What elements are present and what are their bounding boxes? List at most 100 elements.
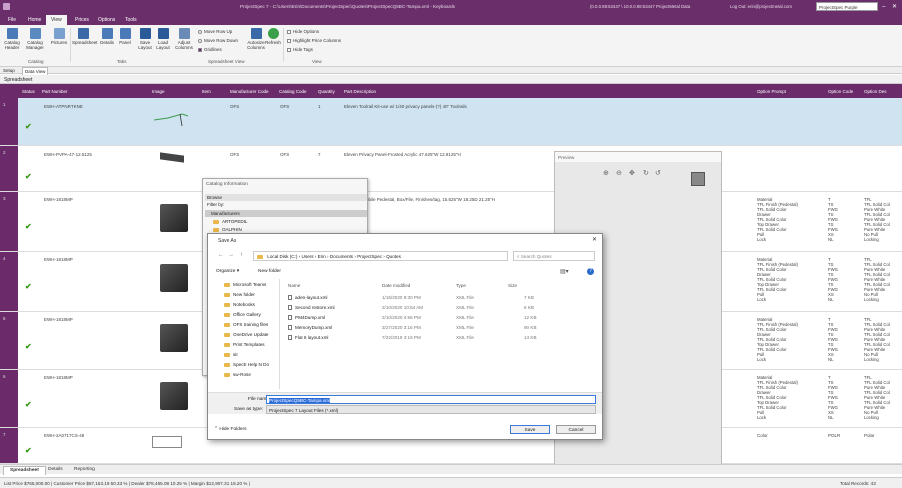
manufacturer-code[interactable]: OFS	[230, 104, 239, 109]
catalog-tree-item[interactable]: OALPHIN	[213, 227, 242, 232]
dialog-close-icon[interactable]: ✕	[592, 236, 597, 243]
col-option-des[interactable]: Option Des	[864, 89, 887, 94]
minimize-icon[interactable]: –	[882, 4, 885, 10]
quantity[interactable]: 1	[318, 104, 321, 109]
load-layout-button[interactable]: Load Layout	[152, 28, 174, 50]
file-name-input[interactable]: ProjectSpecQ5BC-Tampa.xml	[266, 395, 596, 404]
user-select[interactable]: ProjectSpec Purple	[816, 2, 878, 11]
menu-options[interactable]: Options	[93, 15, 120, 25]
tree-folder[interactable]: Print Templates	[224, 342, 265, 347]
move-row-down-radio[interactable]: Move Row Down	[198, 38, 238, 43]
hide-tags-checkbox[interactable]: Hide Tags	[287, 47, 313, 52]
zoom-out-icon[interactable]: ⊖	[616, 169, 622, 177]
col-catalog-code[interactable]: Catalog Code	[279, 89, 307, 94]
col-name[interactable]: Name	[288, 283, 300, 288]
pan-icon[interactable]: ✥	[629, 169, 635, 177]
refresh-button[interactable]: Refresh	[262, 28, 284, 45]
hide-options-checkbox[interactable]: Hide Options	[287, 29, 319, 34]
tab-reporting[interactable]: Reporting	[68, 466, 101, 475]
gridlines-checkbox[interactable]: Gridlines	[198, 47, 222, 52]
rotate-icon[interactable]: ↻	[643, 169, 649, 177]
catalog-code[interactable]: OFS	[280, 104, 289, 109]
address-bar[interactable]: Local Disk (C:) › Users › Erin › Documen…	[253, 251, 508, 261]
tab-spreadsheet[interactable]: Spreadsheet	[3, 466, 46, 475]
col-item[interactable]: Item	[202, 89, 211, 94]
highlight-price-columns-checkbox[interactable]: Highlight Price Columns	[287, 38, 341, 43]
crumb-users[interactable]: Users	[302, 254, 314, 259]
part-description[interactable]: obile Pedestal, Box/File, Finishes/tag, …	[366, 197, 495, 202]
pictures-button[interactable]: Pictures	[48, 28, 70, 45]
logout-link[interactable]: Log Out: erin@projectmetal.com	[730, 4, 792, 9]
catalog-code[interactable]: OFS	[280, 152, 289, 157]
tree-folder[interactable]: New folder	[224, 292, 255, 297]
tree-folder[interactable]: OneDrive Update	[224, 332, 269, 337]
menu-view[interactable]: View	[46, 15, 67, 25]
crumb-documents[interactable]: Documents	[330, 254, 353, 259]
part-number[interactable]: EWH-ATPNRTKNE	[44, 104, 83, 109]
part-number[interactable]: EWH-1818MP	[44, 317, 73, 322]
close-icon[interactable]: ✕	[892, 3, 897, 10]
hide-folders-toggle[interactable]: ⌃ Hide Folders	[214, 427, 247, 432]
file-row[interactable]: PM4Dump.xml 2/10/2020 4:56 PM XML File 1…	[288, 314, 588, 323]
col-status[interactable]: Status	[22, 89, 35, 94]
browse-tab[interactable]: Browse	[205, 194, 367, 201]
part-number[interactable]: EWH-2A0717CS-48	[44, 433, 84, 438]
file-row[interactable]: Flat 6 layout.xml 7/22/2019 3:16 PM XML …	[288, 334, 588, 343]
part-number[interactable]: EWH-PVPA-47-12.5125	[44, 152, 92, 157]
col-option-code[interactable]: Option Code	[828, 89, 853, 94]
manufacturer-code[interactable]: OFS	[230, 152, 239, 157]
col-option-prompt[interactable]: Option Prompt	[757, 89, 786, 94]
up-icon[interactable]: ↑	[240, 252, 243, 258]
part-description[interactable]: Eleven Privacy Panel-Frosted Acrylic 47.…	[344, 152, 461, 157]
rotate-reverse-icon[interactable]: ↺	[655, 169, 661, 177]
col-size[interactable]: Size	[508, 283, 517, 288]
file-row[interactable]: MemoryDump.xml 3/27/2020 3:16 PM XML Fil…	[288, 324, 588, 333]
table-row[interactable]: 2 ✔ EWH-PVPA-47-12.5125 OFS OFS 7 Eleven…	[0, 146, 902, 192]
forward-icon[interactable]: →	[228, 252, 234, 258]
file-row[interactable]: aden-layout.xml 1/15/2020 9:30 PM XML Fi…	[288, 294, 588, 303]
col-quantity[interactable]: Quantity	[318, 89, 335, 94]
option-prompt[interactable]: Color	[757, 433, 768, 438]
tree-folder[interactable]: SpecE Help N Do	[224, 362, 269, 367]
menu-file[interactable]: File	[3, 15, 21, 25]
col-manufacturer-code[interactable]: Manufacturer Code	[230, 89, 269, 94]
tree-folder[interactable]: sw-Rose	[224, 372, 251, 377]
col-part-number[interactable]: Part Number	[42, 89, 68, 94]
file-row[interactable]: Second restore.xml 2/10/2020 10:54 AM XM…	[288, 304, 588, 313]
crumb-quotes[interactable]: Quotes	[386, 254, 401, 259]
option-des[interactable]: Polar	[864, 433, 875, 438]
help-icon[interactable]: ?	[587, 268, 594, 275]
part-number[interactable]: EWH-1818MP	[44, 257, 73, 262]
manufacturers-group[interactable]: Manufacturers	[205, 210, 367, 217]
quantity[interactable]: 7	[318, 152, 321, 157]
part-number[interactable]: EWH-1818MP	[44, 197, 73, 202]
table-row[interactable]: 1 ✔ EWH-ATPNRTKNE OFS OFS 1 Eleven Toolr…	[0, 98, 902, 146]
option-code[interactable]: POLR	[828, 433, 840, 438]
organize-button[interactable]: Organize ▾	[216, 269, 239, 274]
menu-prices[interactable]: Prices	[70, 15, 94, 25]
col-date-modified[interactable]: Date modified	[382, 283, 410, 288]
tree-folder[interactable]: Notebooks	[224, 302, 255, 307]
search-input[interactable]: ⌕ Search Quotes	[513, 251, 595, 261]
col-part-description[interactable]: Part Description	[344, 89, 376, 94]
col-image[interactable]: Image	[152, 89, 165, 94]
catalog-manager-button[interactable]: Catalog Manager	[24, 28, 46, 50]
part-description[interactable]: Eleven Toolrail Kit-use w/ 1/40 privacy …	[344, 104, 467, 109]
move-row-up-radio[interactable]: Move Row Up	[198, 29, 232, 34]
save-as-type-select[interactable]: ProjectSpec 7 Layout Files (*.xml)	[266, 405, 596, 414]
tree-folder[interactable]: OFS training files	[224, 322, 268, 327]
new-folder-button[interactable]: New folder	[258, 269, 281, 274]
crumb-erin[interactable]: Erin	[318, 254, 326, 259]
tree-folder[interactable]: Office Gallery	[224, 312, 261, 317]
view-cube-icon[interactable]	[691, 172, 705, 186]
panel-button[interactable]: Panel	[114, 28, 136, 45]
adjust-columns-button[interactable]: Adjust Columns	[173, 28, 195, 50]
back-icon[interactable]: ←	[218, 252, 224, 258]
spreadsheet-button[interactable]: Spreadsheet	[72, 28, 98, 45]
menu-tools[interactable]: Tools	[120, 15, 142, 25]
zoom-in-icon[interactable]: ⊕	[603, 169, 609, 177]
catalog-tree-item[interactable]: ARTOPEDIL	[213, 219, 247, 224]
tree-folder[interactable]: Microsoft Teams	[224, 282, 266, 287]
crumb-projectspec[interactable]: ProjectSpec	[357, 254, 382, 259]
catalog-header-button[interactable]: Catalog Header	[1, 28, 23, 50]
